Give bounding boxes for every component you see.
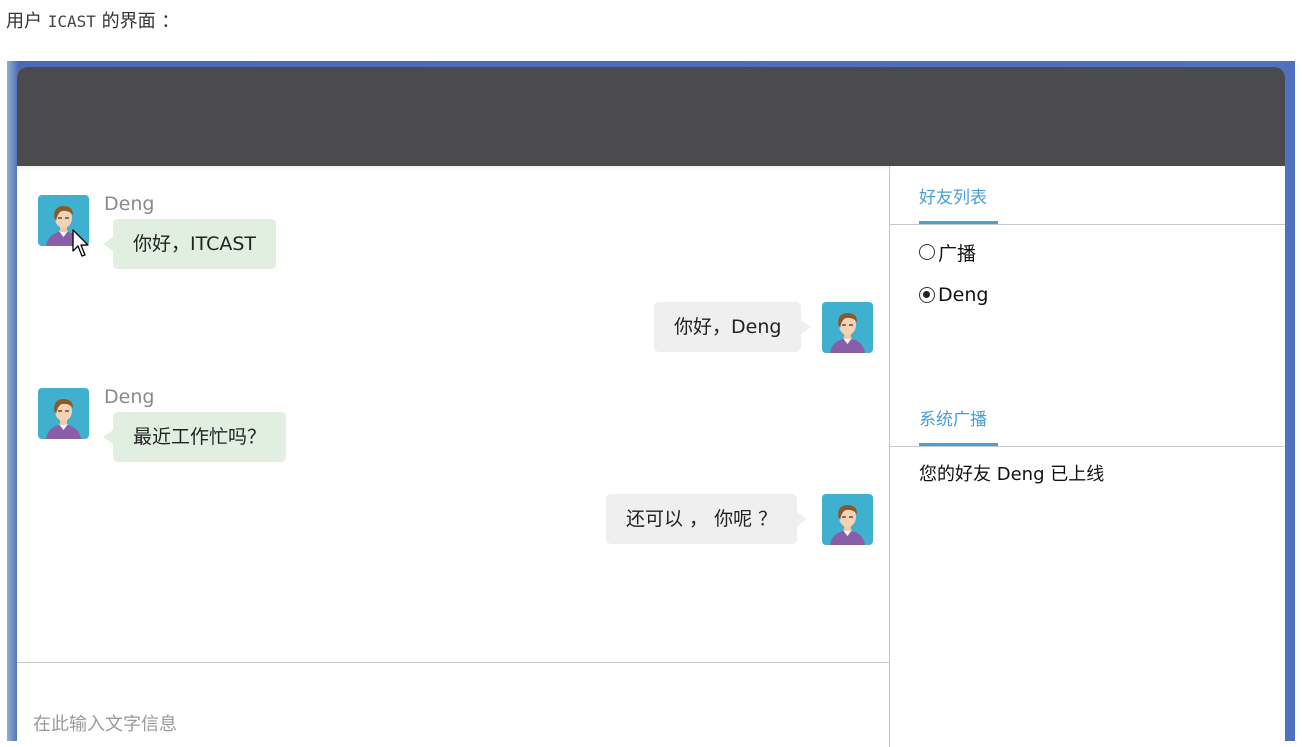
friend-item-broadcast[interactable]: 广播: [919, 239, 976, 265]
friend-label: 广播: [938, 242, 977, 265]
broadcast-section-header: 系统广播: [890, 388, 1285, 448]
message-bubble: 你好，ITCAST: [102, 219, 277, 269]
chat-window: Deng 你好，ITCAST 你好，Deng Deng 最近工作忙吗？ 还可以 …: [17, 67, 1285, 747]
page-caption: 用户 ICAST 的界面 ：: [6, 9, 179, 35]
friends-section-header: 好友列表: [890, 166, 1285, 226]
friend-item-deng[interactable]: Deng: [919, 282, 988, 308]
sender-name: Deng: [104, 386, 155, 408]
message-input[interactable]: [31, 703, 875, 745]
sender-name: Deng: [104, 193, 155, 215]
radio-icon[interactable]: [919, 244, 935, 260]
caption-prefix: 用户: [6, 11, 48, 32]
broadcast-title: 系统广播: [919, 410, 987, 430]
avatar-icon: [822, 494, 873, 545]
section-divider: [890, 446, 1285, 447]
caption-username: ICAST: [47, 12, 96, 31]
caption-suffix: 的界面 ：: [95, 11, 180, 32]
avatar-icon: [38, 388, 89, 439]
message-bubble: 你好，Deng: [654, 302, 812, 352]
mouse-pointer-icon: [72, 229, 89, 257]
broadcast-message: 您的好友 Deng 已上线: [919, 464, 1105, 485]
sidebar: 好友列表 广播 Deng 系统广播 您的好友 Deng 已上线: [890, 166, 1285, 747]
section-divider: [890, 224, 1285, 225]
friends-title: 好友列表: [919, 188, 987, 208]
message-list[interactable]: Deng 你好，ITCAST 你好，Deng Deng 最近工作忙吗？ 还可以 …: [17, 166, 889, 663]
message-input-area[interactable]: [17, 663, 889, 747]
radio-checked-icon[interactable]: [919, 287, 935, 303]
window-header: [17, 67, 1285, 166]
message-bubble: 还可以 ， 你呢 ？: [606, 494, 808, 544]
avatar-icon: [822, 302, 873, 353]
message-bubble: 最近工作忙吗？: [102, 412, 287, 462]
friend-label: Deng: [938, 284, 989, 306]
